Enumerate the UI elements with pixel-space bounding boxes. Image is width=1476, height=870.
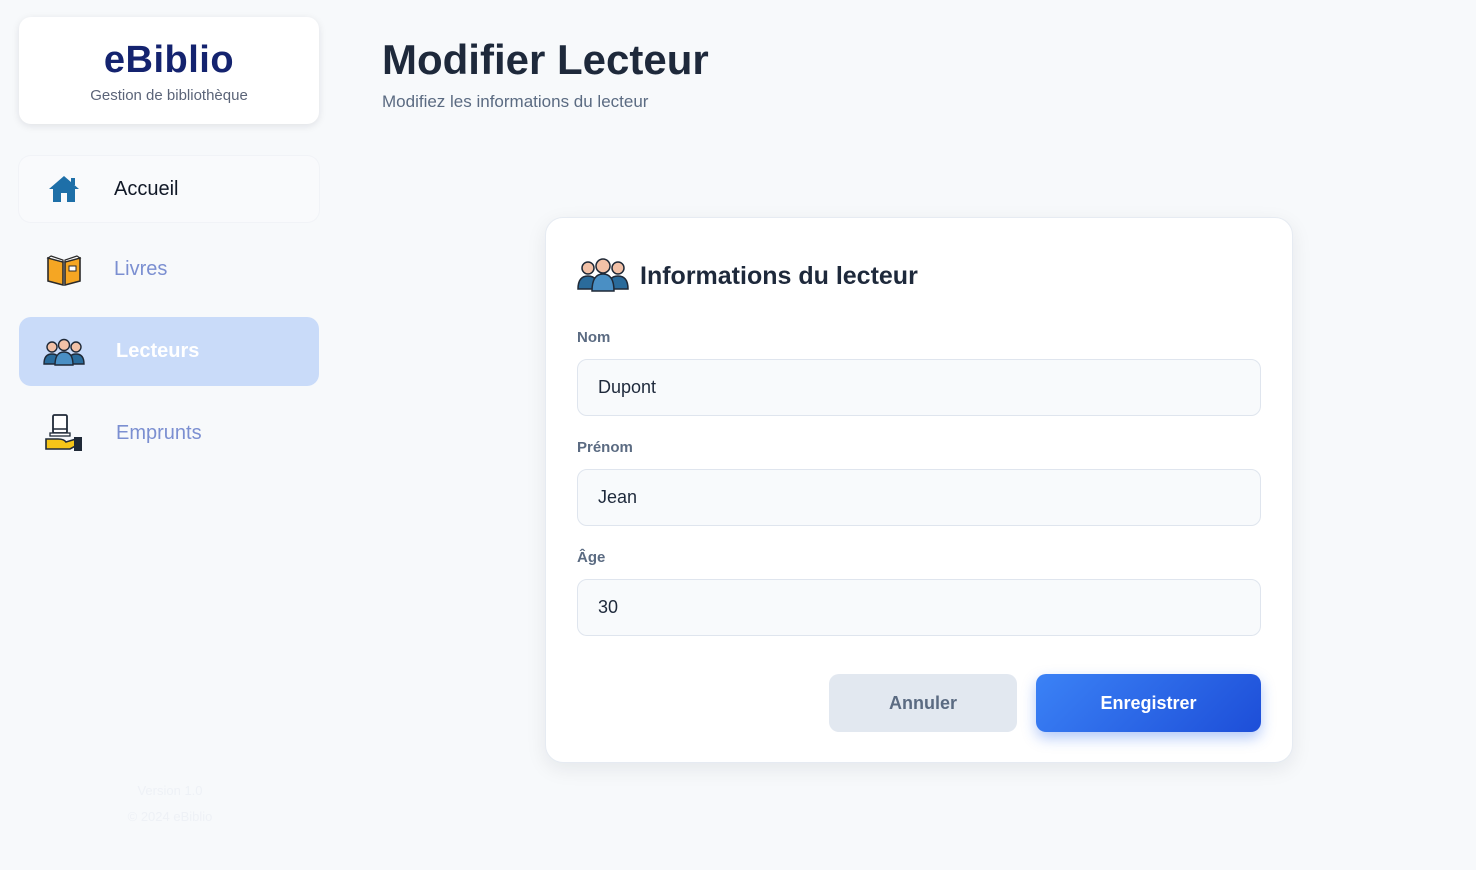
readers-group-icon bbox=[43, 331, 85, 373]
age-label: Âge bbox=[577, 549, 606, 566]
cancel-button[interactable]: Annuler bbox=[829, 674, 1017, 732]
sidebar-item-emprunts[interactable]: Emprunts bbox=[19, 400, 319, 466]
sidebar: eBiblio Gestion de bibliothèque Accueil bbox=[0, 0, 340, 870]
home-icon bbox=[43, 168, 85, 210]
save-button[interactable]: Enregistrer bbox=[1036, 674, 1261, 732]
sidebar-item-livres[interactable]: Livres bbox=[19, 236, 319, 302]
sidebar-item-label: Emprunts bbox=[116, 421, 202, 444]
card-title: Informations du lecteur bbox=[640, 261, 918, 290]
version-text: Version 1.0 bbox=[137, 783, 203, 798]
loan-hand-book-icon bbox=[43, 412, 85, 454]
prenom-label: Prénom bbox=[577, 439, 633, 456]
sidebar-item-accueil[interactable]: Accueil bbox=[19, 156, 319, 222]
brand-name: eBiblio bbox=[103, 39, 235, 81]
copyright-text: © 2024 eBiblio bbox=[127, 809, 213, 824]
sidebar-item-label: Livres bbox=[114, 257, 168, 280]
card-header: Informations du lecteur bbox=[577, 256, 918, 296]
age-input[interactable] bbox=[577, 579, 1261, 636]
app: eBiblio Gestion de bibliothèque Accueil bbox=[0, 0, 1476, 870]
prenom-input[interactable] bbox=[577, 469, 1261, 526]
brand-subtitle: Gestion de bibliothèque bbox=[90, 87, 248, 104]
sidebar-item-lecteurs[interactable]: Lecteurs bbox=[19, 317, 319, 386]
sidebar-item-label: Lecteurs bbox=[116, 340, 200, 362]
page-subtitle: Modifiez les informations du lecteur bbox=[382, 92, 649, 111]
reader-form-card: Informations du lecteur Nom Prénom Âge A… bbox=[545, 217, 1293, 763]
sidebar-item-label: Accueil bbox=[114, 177, 179, 200]
book-icon bbox=[43, 248, 85, 290]
page-title: Modifier Lecteur bbox=[382, 36, 709, 83]
sidebar-footer: Version 1.0 © 2024 eBiblio bbox=[0, 778, 340, 830]
nom-input[interactable] bbox=[577, 359, 1261, 416]
readers-group-icon bbox=[577, 256, 629, 296]
brand-card: eBiblio Gestion de bibliothèque bbox=[19, 17, 319, 124]
nom-label: Nom bbox=[577, 329, 611, 346]
